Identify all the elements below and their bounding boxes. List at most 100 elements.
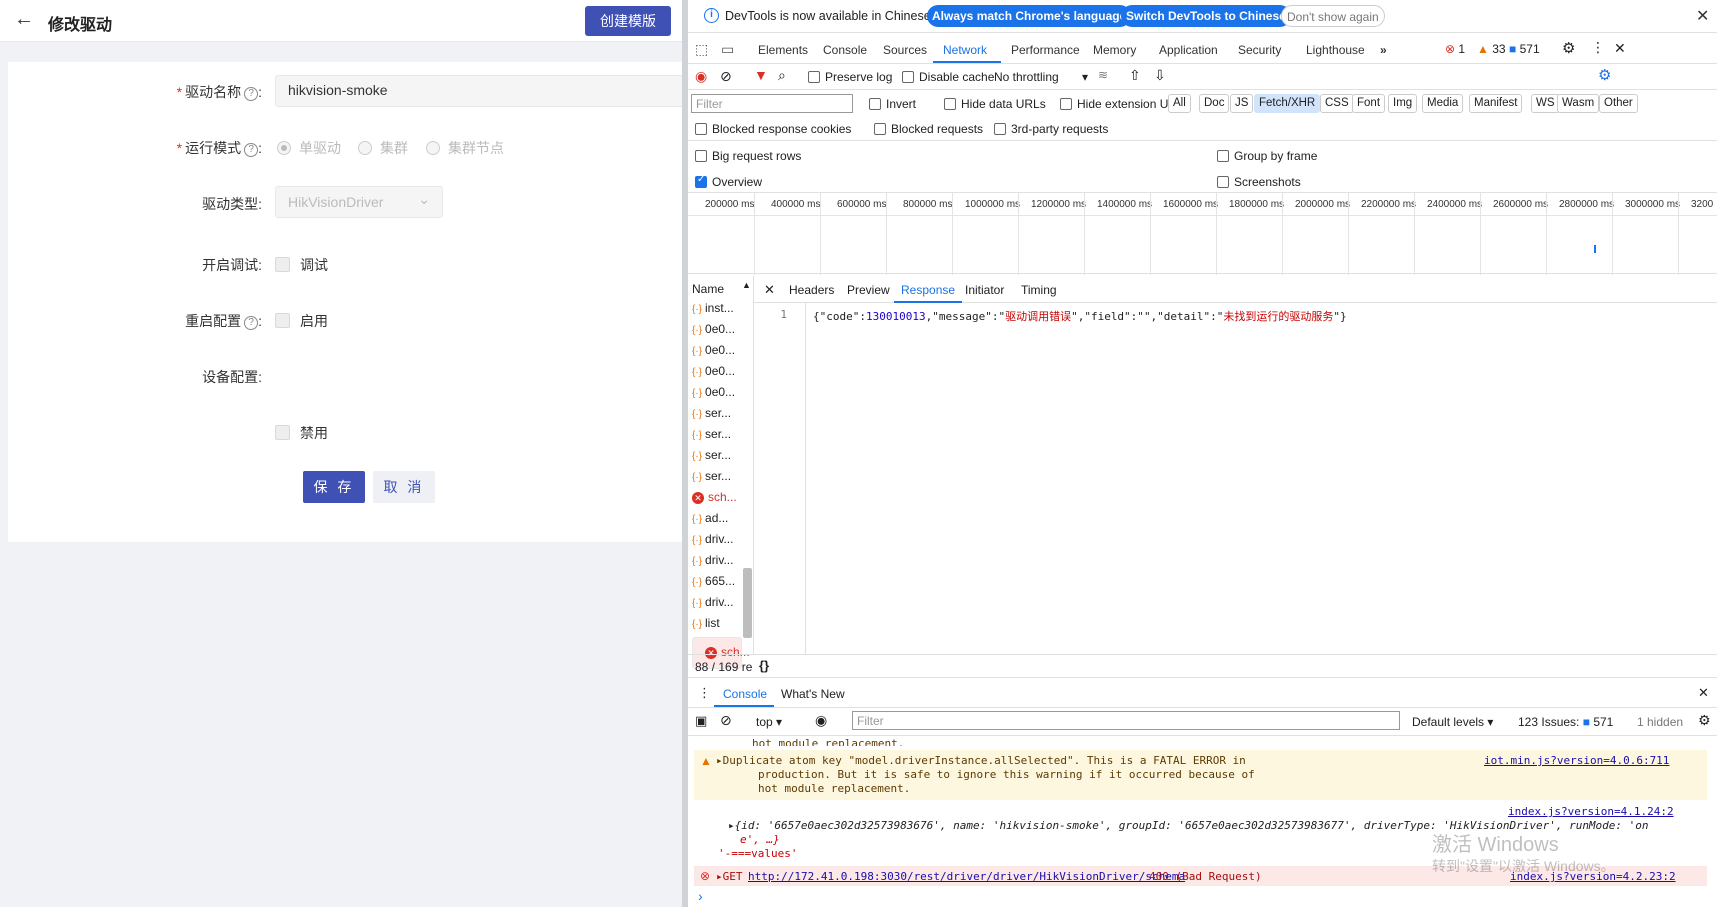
- network-timeline[interactable]: 200000 ms 400000 ms 600000 ms 800000 ms …: [688, 192, 1717, 275]
- more-tabs-icon[interactable]: »: [1380, 43, 1387, 57]
- third-party-checkbox[interactable]: 3rd-party requests: [994, 122, 1108, 136]
- tab-preview[interactable]: Preview: [847, 283, 890, 297]
- create-template-button[interactable]: 创建模版: [585, 6, 671, 36]
- console-filter-input[interactable]: Filter: [852, 711, 1400, 730]
- close-detail-icon[interactable]: ✕: [764, 282, 775, 298]
- tab-lighthouse[interactable]: Lighthouse: [1306, 43, 1365, 57]
- gear-icon[interactable]: ⚙: [1562, 39, 1575, 57]
- record-icon[interactable]: ◉: [695, 68, 707, 85]
- mode-radio-single[interactable]: 单驱动: [277, 138, 341, 158]
- chip-img[interactable]: Img: [1388, 94, 1418, 113]
- big-rows-checkbox[interactable]: Big request rows: [695, 149, 801, 163]
- scrollbar[interactable]: [743, 568, 752, 638]
- request-row[interactable]: {·} inst...: [692, 301, 734, 315]
- tab-whats-new[interactable]: What's New: [781, 687, 845, 701]
- request-row[interactable]: {·} ser...: [692, 427, 731, 441]
- request-row[interactable]: {·} driv...: [692, 532, 733, 546]
- error-badge[interactable]: ⊗ 1: [1445, 42, 1465, 56]
- chip-wasm[interactable]: Wasm: [1557, 94, 1600, 113]
- tab-response[interactable]: Response: [901, 283, 955, 297]
- overview-checkbox[interactable]: Overview: [695, 174, 762, 189]
- response-viewer[interactable]: 1 {"code":130010013,"message":"驱动调用错误","…: [754, 303, 1717, 654]
- mode-radio-cluster[interactable]: 集群: [358, 138, 408, 158]
- request-row[interactable]: {·} ser...: [692, 469, 731, 483]
- mode-radio-cluster-node[interactable]: 集群节点: [426, 138, 504, 158]
- close-icon[interactable]: ✕: [1696, 6, 1709, 26]
- name-column-header[interactable]: Name: [692, 282, 724, 296]
- invert-checkbox[interactable]: Invert: [869, 97, 916, 111]
- warning-source-link[interactable]: iot.min.js?version=4.0.6:711: [1484, 754, 1669, 767]
- driver-type-select[interactable]: HikVisionDriver ⌄: [275, 186, 443, 218]
- chip-doc[interactable]: Doc: [1199, 94, 1230, 113]
- clear-icon[interactable]: ⊘: [720, 68, 732, 85]
- save-button[interactable]: 保 存: [303, 471, 365, 503]
- close-drawer-icon[interactable]: ✕: [1698, 685, 1709, 701]
- issues-button[interactable]: 123 Issues: ■ 571: [1518, 715, 1613, 729]
- chip-media[interactable]: Media: [1422, 94, 1464, 113]
- request-row[interactable]: {·} driv...: [692, 553, 733, 567]
- tab-console-drawer[interactable]: Console: [723, 687, 767, 701]
- close-devtools-icon[interactable]: ✕: [1614, 40, 1626, 57]
- kebab-menu-icon[interactable]: ⋮: [1591, 39, 1605, 56]
- console-prompt[interactable]: ›: [698, 888, 703, 904]
- tab-headers[interactable]: Headers: [789, 283, 834, 297]
- tab-console[interactable]: Console: [823, 43, 867, 57]
- export-icon[interactable]: ⇩: [1154, 67, 1166, 84]
- hide-data-urls-checkbox[interactable]: Hide data URLs: [944, 97, 1046, 111]
- group-by-frame-checkbox[interactable]: Group by frame: [1217, 149, 1317, 163]
- chip-font[interactable]: Font: [1352, 94, 1386, 113]
- driver-name-input[interactable]: hikvision-smoke: [275, 75, 682, 107]
- request-row[interactable]: {·} 0e0...: [692, 322, 735, 336]
- switch-chinese-button[interactable]: Switch DevTools to Chinese: [1121, 5, 1291, 27]
- tab-memory[interactable]: Memory: [1093, 43, 1136, 57]
- tab-network[interactable]: Network: [943, 43, 987, 57]
- cancel-button[interactable]: 取 消: [373, 471, 435, 503]
- sidebar-toggle-icon[interactable]: ▣: [695, 713, 707, 729]
- request-row[interactable]: {·} ser...: [692, 406, 731, 420]
- error-url-link[interactable]: http://172.41.0.198:3030/rest/driver/dri…: [748, 870, 1185, 883]
- pretty-print-icon[interactable]: {}: [759, 658, 769, 673]
- console-settings-icon[interactable]: ⚙: [1698, 712, 1711, 729]
- dont-show-button[interactable]: Don't show again: [1281, 5, 1385, 27]
- tab-security[interactable]: Security: [1238, 43, 1281, 57]
- debug-checkbox[interactable]: 调试: [275, 255, 328, 275]
- request-row[interactable]: {·} list: [692, 616, 720, 630]
- tab-performance[interactable]: Performance: [1011, 43, 1080, 57]
- chip-css[interactable]: CSS: [1320, 94, 1354, 113]
- preserve-log-checkbox[interactable]: Preserve log: [808, 70, 892, 84]
- filter-icon[interactable]: ▼: [754, 67, 768, 83]
- blocked-cookies-checkbox[interactable]: Blocked response cookies: [695, 122, 851, 136]
- screenshots-checkbox[interactable]: Screenshots: [1217, 175, 1301, 189]
- chip-ws[interactable]: WS: [1531, 94, 1560, 113]
- request-row[interactable]: {·} ser...: [692, 448, 731, 462]
- blocked-requests-checkbox[interactable]: Blocked requests: [874, 122, 983, 136]
- chip-js[interactable]: JS: [1230, 94, 1254, 113]
- wifi-icon[interactable]: ≋: [1098, 68, 1108, 82]
- request-row[interactable]: {·} 0e0...: [692, 385, 735, 399]
- request-row[interactable]: {·} driv...: [692, 595, 733, 609]
- warning-badge[interactable]: ▲ 33: [1477, 42, 1506, 56]
- sort-icon[interactable]: ▲: [742, 280, 751, 290]
- message-badge[interactable]: ■ 571: [1509, 42, 1540, 56]
- tab-sources[interactable]: Sources: [883, 43, 927, 57]
- import-icon[interactable]: ⇧: [1129, 67, 1141, 84]
- request-row[interactable]: {·} ad...: [692, 511, 728, 525]
- context-select[interactable]: top ▾: [756, 715, 782, 729]
- throttling-select[interactable]: No throttling ▾: [994, 70, 1088, 84]
- tab-elements[interactable]: Elements: [758, 43, 808, 57]
- disable-checkbox[interactable]: 禁用: [275, 423, 328, 443]
- eye-icon[interactable]: ◉: [815, 712, 827, 729]
- search-icon[interactable]: ⌕: [778, 67, 786, 84]
- chip-all[interactable]: All: [1168, 94, 1191, 113]
- tab-initiator[interactable]: Initiator: [965, 283, 1004, 297]
- request-row[interactable]: {·} 0e0...: [692, 343, 735, 357]
- tab-timing[interactable]: Timing: [1021, 283, 1057, 297]
- log-levels-select[interactable]: Default levels ▾: [1412, 715, 1493, 729]
- restart-checkbox[interactable]: 启用: [275, 311, 328, 331]
- request-row[interactable]: {·} 0e0...: [692, 364, 735, 378]
- tab-application[interactable]: Application: [1159, 43, 1218, 57]
- chip-other[interactable]: Other: [1599, 94, 1638, 113]
- arrow-left-icon[interactable]: ←: [14, 8, 34, 31]
- request-row[interactable]: {·} 665...: [692, 574, 735, 588]
- disable-cache-checkbox[interactable]: Disable cache: [902, 70, 994, 84]
